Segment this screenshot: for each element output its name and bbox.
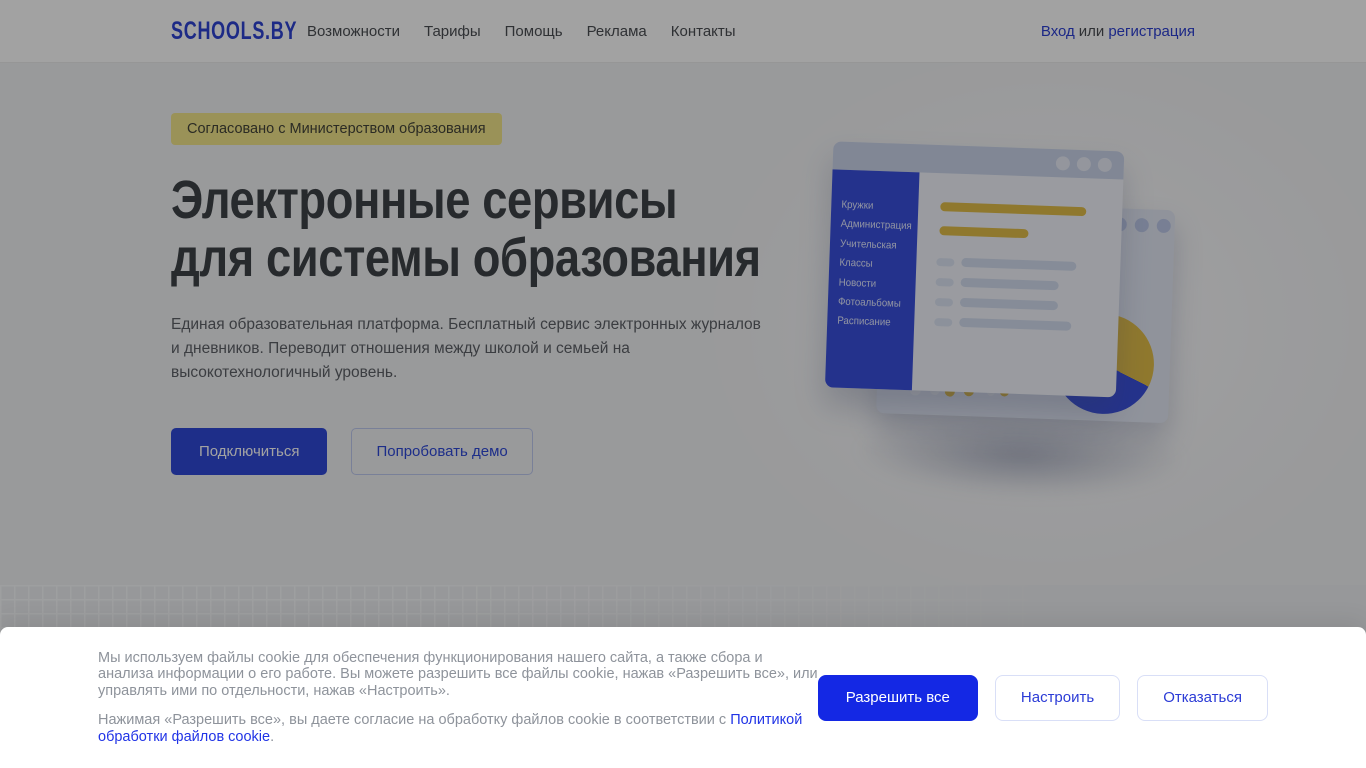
configure-button[interactable]: Настроить bbox=[994, 674, 1121, 721]
cookie-actions: Разрешить все Настроить Отказаться bbox=[817, 674, 1268, 721]
allow-all-button[interactable]: Разрешить все bbox=[817, 674, 978, 721]
cookie-paragraph-2-text: Нажимая «Разрешить все», вы даете соглас… bbox=[98, 712, 731, 729]
decline-button[interactable]: Отказаться bbox=[1137, 674, 1268, 721]
cookie-paragraph-1: Мы используем файлы cookie для обеспечен… bbox=[98, 649, 818, 699]
cookie-paragraph-2: Нажимая «Разрешить все», вы даете соглас… bbox=[98, 712, 818, 745]
cookie-text: Мы используем файлы cookie для обеспечен… bbox=[98, 650, 818, 746]
cookie-paragraph-2-period: . bbox=[270, 728, 275, 745]
cookie-banner: Мы используем файлы cookie для обеспечен… bbox=[0, 627, 1366, 768]
